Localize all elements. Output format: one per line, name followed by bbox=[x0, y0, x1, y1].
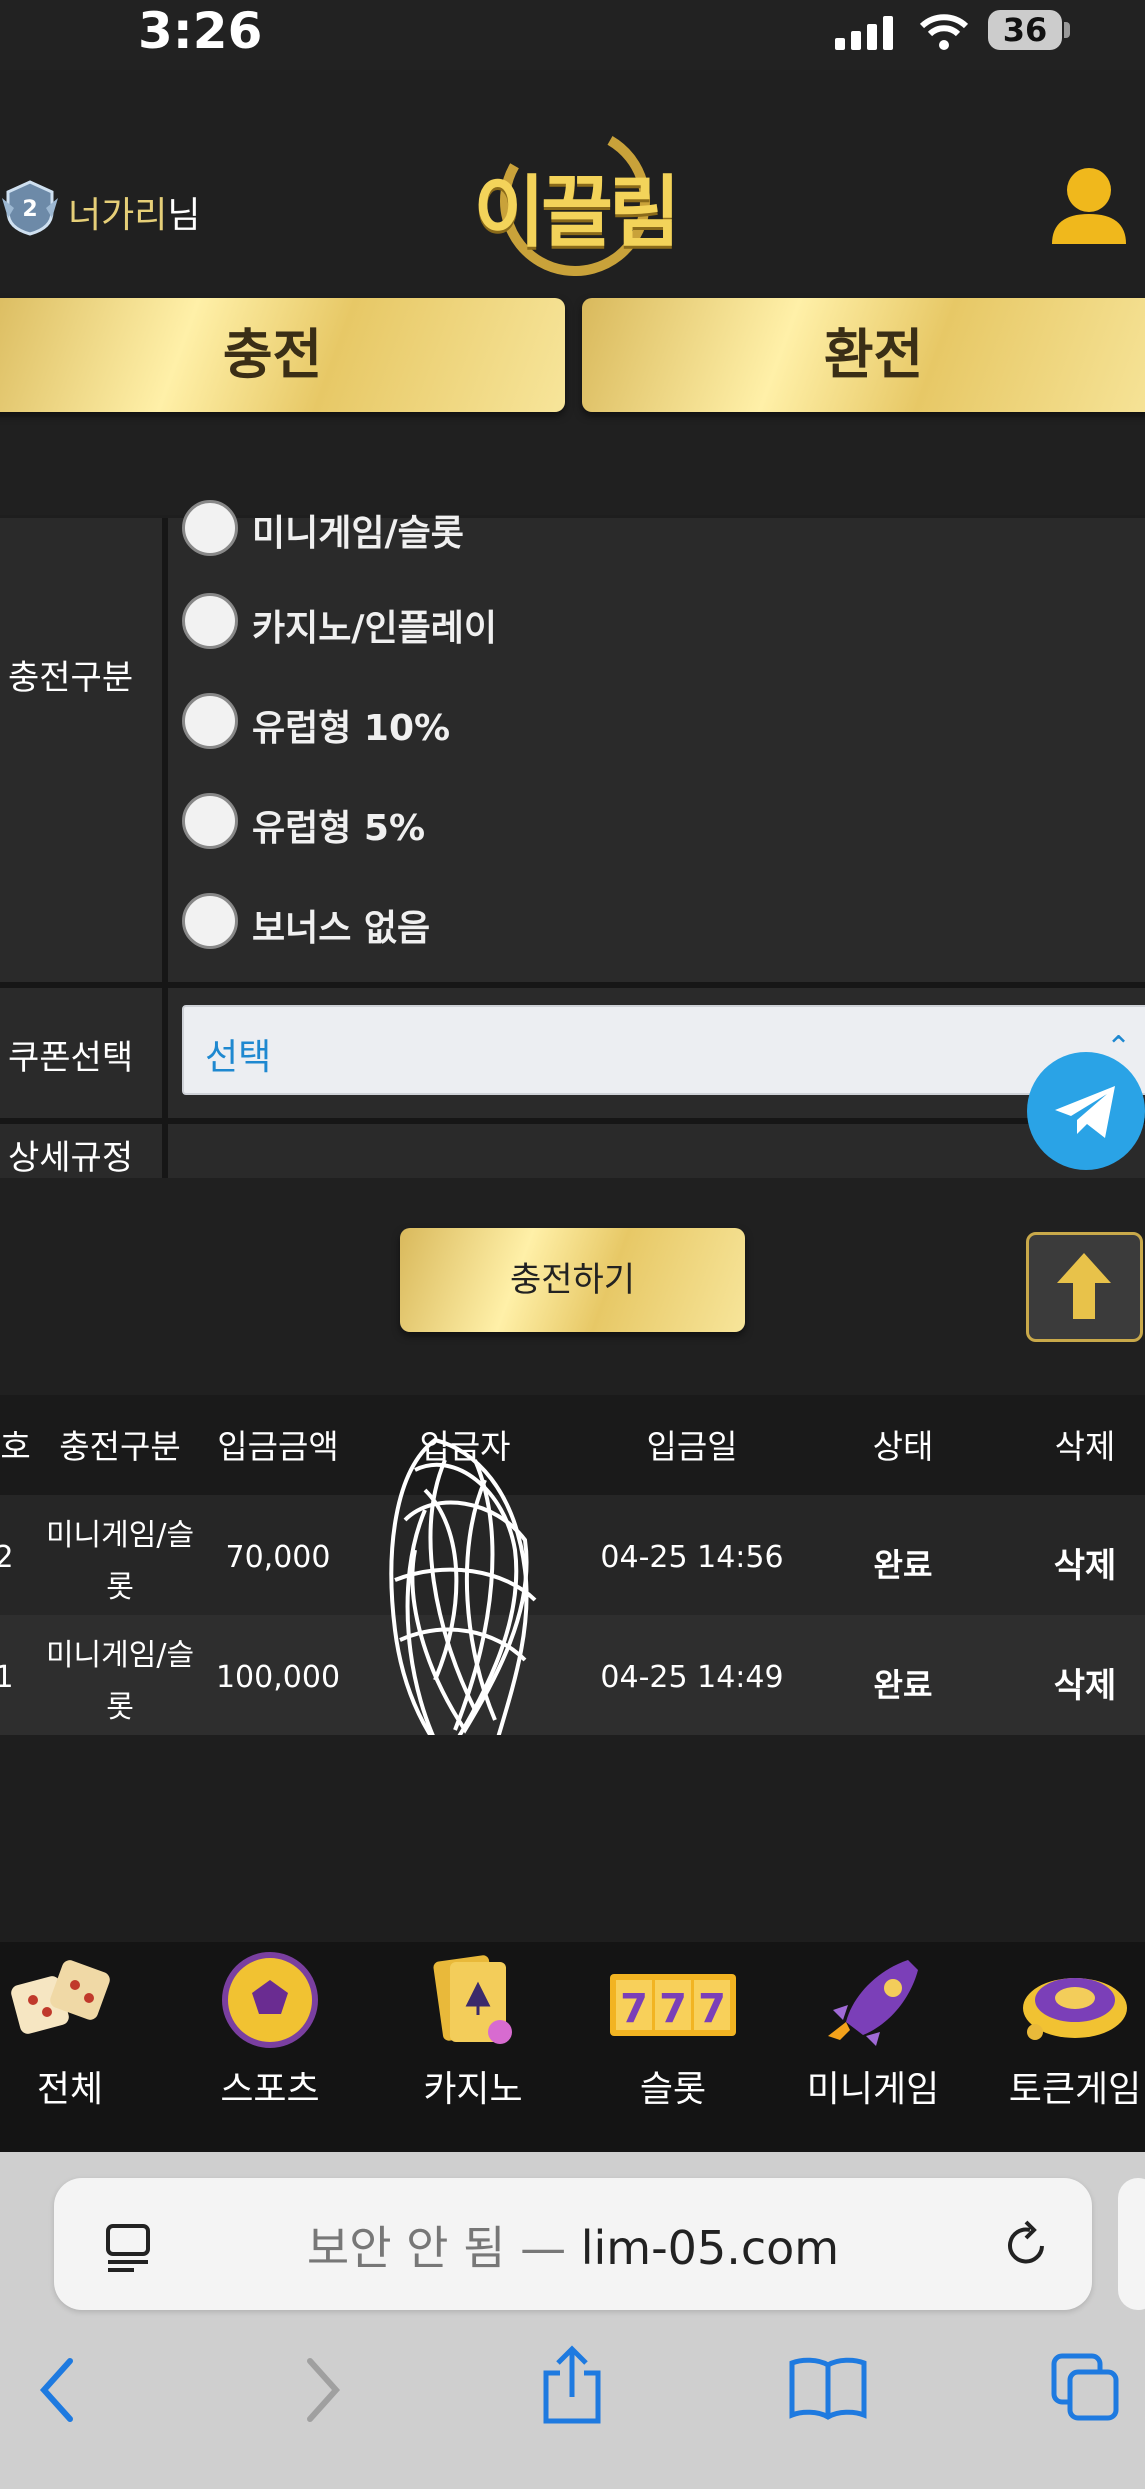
col-header-type: 충전구분 bbox=[59, 1427, 181, 1466]
delete-button[interactable]: 삭제 bbox=[1005, 1538, 1145, 1587]
site-logo[interactable]: 이끌림 bbox=[470, 150, 680, 262]
cell-amount: 100,000 bbox=[215, 1660, 341, 1695]
svg-text:7: 7 bbox=[659, 1986, 687, 2032]
battery-indicator: 36 bbox=[988, 10, 1062, 50]
radio-button[interactable] bbox=[182, 593, 238, 649]
form-row-divider bbox=[0, 1118, 1145, 1124]
nav-label-minigame: 미니게임 bbox=[806, 2069, 940, 2110]
nav-label-slot: 슬롯 bbox=[639, 2069, 707, 2110]
radio-button[interactable] bbox=[182, 793, 238, 849]
nav-item-all[interactable] bbox=[0, 1950, 155, 2054]
dice-icon bbox=[11, 1960, 110, 2034]
col-header-date: 입금일 bbox=[646, 1427, 738, 1466]
nav-label-sports: 스포츠 bbox=[220, 2069, 320, 2110]
radio-label: 보너스 없음 bbox=[252, 908, 431, 949]
cell-type: 미니게임/슬롯 bbox=[45, 1638, 195, 1725]
form-row-divider bbox=[0, 982, 1145, 988]
cell-status: 완료 bbox=[873, 1546, 933, 1584]
content-spacer bbox=[0, 1735, 1145, 1942]
form-label-column bbox=[0, 518, 162, 1178]
next-tab-peek bbox=[1118, 2178, 1145, 2310]
cell-no: 1 bbox=[0, 1660, 14, 1695]
reload-icon[interactable] bbox=[1000, 2220, 1052, 2272]
cell-date: 04-25 14:49 bbox=[600, 1660, 784, 1695]
arrow-up-icon bbox=[1057, 1253, 1111, 1319]
svg-text:2: 2 bbox=[22, 197, 37, 222]
rocket-icon bbox=[828, 1960, 918, 2046]
wifi-icon bbox=[919, 14, 969, 50]
coupon-label: 쿠폰선택 bbox=[8, 1038, 134, 1078]
back-icon[interactable] bbox=[34, 2355, 80, 2425]
col-header-status: 상태 bbox=[872, 1427, 934, 1466]
soccer-ball-icon bbox=[222, 1952, 318, 2048]
roulette-icon bbox=[1023, 1978, 1127, 2040]
radio-option-minigame-slot[interactable]: 미니게임/슬롯 bbox=[182, 500, 782, 560]
form-column-divider bbox=[162, 518, 168, 1178]
cellular-signal-icon bbox=[835, 16, 893, 50]
nav-label-all: 전체 bbox=[36, 2069, 104, 2110]
scroll-top-button[interactable] bbox=[1026, 1232, 1143, 1342]
radio-label: 카지노/인플레이 bbox=[252, 608, 497, 649]
svg-text:7: 7 bbox=[620, 1986, 648, 2032]
radio-button[interactable] bbox=[182, 693, 238, 749]
forward-icon[interactable] bbox=[300, 2355, 346, 2425]
tabs-icon[interactable] bbox=[1050, 2352, 1122, 2424]
profile-icon[interactable] bbox=[1048, 162, 1130, 252]
exchange-tab-button[interactable]: 환전 bbox=[582, 298, 1145, 412]
nav-item-casino[interactable] bbox=[388, 1950, 558, 2054]
playing-cards-icon bbox=[433, 1955, 512, 2044]
address-separator: — bbox=[505, 2221, 581, 2275]
nav-label-token-game: 토큰게임 bbox=[1008, 2069, 1142, 2110]
col-header-amount: 입금금액 bbox=[217, 1427, 339, 1466]
status-time: 3:26 bbox=[138, 2, 263, 60]
radio-label: 유럽형 5% bbox=[252, 808, 426, 849]
coupon-select[interactable] bbox=[182, 1005, 1145, 1095]
cell-no: 2 bbox=[0, 1540, 14, 1575]
share-icon[interactable] bbox=[540, 2345, 604, 2425]
slot-777-icon: 7 7 7 bbox=[610, 1974, 736, 2036]
user-honorific: 님 bbox=[167, 195, 201, 236]
cell-amount: 70,000 bbox=[225, 1540, 331, 1575]
bookmarks-icon[interactable] bbox=[788, 2355, 868, 2421]
detail-rules-label: 상세규정 bbox=[8, 1138, 134, 1178]
telegram-button[interactable] bbox=[1027, 1052, 1145, 1170]
coupon-select-value: 선택 bbox=[205, 1037, 272, 1078]
address-text: 보안 안 됨 — lim-05.com bbox=[54, 2212, 1092, 2278]
radio-button[interactable] bbox=[182, 893, 238, 949]
charge-tab-button[interactable]: 충전 bbox=[0, 298, 565, 412]
telegram-icon bbox=[1055, 1086, 1115, 1138]
radio-button[interactable] bbox=[182, 500, 238, 556]
address-url: lim-05.com bbox=[580, 2221, 840, 2275]
nav-item-sports[interactable] bbox=[185, 1950, 355, 2054]
user-name-text: 너가리 bbox=[68, 195, 168, 236]
nav-item-minigame[interactable] bbox=[788, 1950, 958, 2054]
security-warning: 보안 안 됨 bbox=[306, 2221, 506, 2275]
nav-item-token-game[interactable] bbox=[990, 1950, 1145, 2054]
nav-label-casino: 카지노 bbox=[423, 2069, 523, 2110]
battery-nub bbox=[1064, 22, 1070, 38]
game-category-nav bbox=[0, 1942, 1145, 2152]
col-header-no: 번호 bbox=[0, 1427, 31, 1466]
cell-status: 완료 bbox=[873, 1666, 933, 1704]
svg-text:7: 7 bbox=[698, 1986, 726, 2032]
level-badge-icon: 2 bbox=[2, 180, 58, 236]
col-header-delete: 삭제 bbox=[1054, 1427, 1116, 1466]
user-name[interactable]: 너가리님 bbox=[68, 186, 201, 238]
cell-type: 미니게임/슬롯 bbox=[45, 1518, 195, 1605]
nav-item-slot[interactable]: 7 7 7 bbox=[588, 1950, 758, 2054]
submit-charge-button[interactable]: 충전하기 bbox=[400, 1228, 745, 1332]
radio-label: 미니게임/슬롯 bbox=[252, 513, 464, 554]
charge-type-label: 충전구분 bbox=[8, 658, 134, 698]
delete-button[interactable]: 삭제 bbox=[1005, 1658, 1145, 1707]
radio-label: 유럽형 10% bbox=[252, 708, 451, 749]
cell-date: 04-25 14:56 bbox=[600, 1540, 784, 1575]
